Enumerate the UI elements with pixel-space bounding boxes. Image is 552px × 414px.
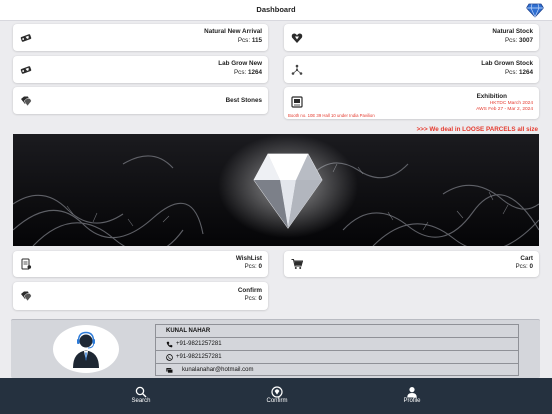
tagline: >>> We deal in LOOSE PARCELS all size xyxy=(416,126,538,133)
cart-card[interactable]: Cart Pcs: 0 xyxy=(284,251,539,277)
card-title: Best Stones xyxy=(225,97,262,104)
tab-label: Search xyxy=(131,398,151,404)
exhibition-card[interactable]: Exhibition HKTDC March 2024 AWS Feb 27 -… xyxy=(284,87,539,119)
card-count: Pcs: 1264 xyxy=(504,69,533,76)
diamond-tag-icon xyxy=(20,64,32,76)
contact-panel: KUNAL NAHAR +91-9821257281 +91-982125728… xyxy=(11,319,540,378)
card-title: Confirm xyxy=(237,287,262,294)
profile-icon xyxy=(407,387,417,398)
card-count: Pcs: 0 xyxy=(244,295,262,302)
top-bar: Dashboard xyxy=(0,0,552,21)
lab-grown-stock-card[interactable]: Lab Grown Stock Pcs: 1264 xyxy=(284,56,539,83)
card-count: Pcs: 115 xyxy=(237,37,262,44)
card-title: WishList xyxy=(235,255,262,262)
email-icon xyxy=(166,368,173,374)
card-count: Pcs: 0 xyxy=(244,263,262,270)
tab-label: Profile xyxy=(403,398,421,404)
lab-grow-new-card[interactable]: Lab Grow New Pcs: 1264 xyxy=(13,56,268,83)
heart-diamond-icon xyxy=(291,32,303,44)
card-title: Exhibition xyxy=(476,93,507,100)
wishlist-icon xyxy=(20,258,32,270)
card-title: Natural New Arrival xyxy=(204,28,262,35)
contact-email-row[interactable]: kunalanahar@hotmail.com xyxy=(156,364,518,377)
card-title: Cart xyxy=(520,255,533,262)
tab-label: Confirm xyxy=(266,398,288,404)
natural-stock-card[interactable]: Natural Stock Pcs: 3007 xyxy=(284,24,539,51)
exhibition-icon xyxy=(291,96,303,108)
support-agent-icon xyxy=(53,325,119,373)
best-stones-card[interactable]: Best Stones xyxy=(13,87,268,114)
contact-whatsapp[interactable]: +91-9821257281 xyxy=(176,354,222,360)
whatsapp-icon xyxy=(166,354,173,361)
gem-stack-icon xyxy=(20,290,32,302)
wishlist-card[interactable]: WishList Pcs: 0 xyxy=(13,251,268,277)
card-count: Pcs: 1264 xyxy=(233,69,262,76)
contact-email[interactable]: kunalanahar@hotmail.com xyxy=(182,367,253,373)
contact-info: KUNAL NAHAR +91-9821257281 +91-982125728… xyxy=(155,324,519,376)
gem-stack-icon xyxy=(20,95,32,107)
card-title: Lab Grow New xyxy=(218,60,262,67)
confirm-card[interactable]: Confirm Pcs: 0 xyxy=(13,282,268,310)
bottom-tab-bar: Search Confirm Profile xyxy=(0,378,552,414)
page-title: Dashboard xyxy=(256,5,296,14)
exhibition-line-2: AWS Feb 27 - Mar 2, 2024 xyxy=(476,106,533,112)
tab-search[interactable]: Search xyxy=(111,378,171,414)
card-count: Pcs: 3007 xyxy=(504,37,533,44)
diamond-tag-icon xyxy=(20,32,32,44)
contact-phone-row[interactable]: +91-9821257281 xyxy=(156,338,518,351)
exhibition-booth: Booth no. 10E 39 Hall 10 under India Pav… xyxy=(288,113,375,118)
card-title: Lab Grown Stock xyxy=(481,60,533,67)
molecule-icon xyxy=(291,64,303,76)
contact-phone[interactable]: +91-9821257281 xyxy=(176,341,222,347)
phone-icon xyxy=(166,341,173,348)
confirm-icon xyxy=(271,386,283,398)
search-icon xyxy=(135,386,147,398)
tab-profile[interactable]: Profile xyxy=(382,378,442,414)
cart-icon xyxy=(291,258,303,270)
contact-name: KUNAL NAHAR xyxy=(166,328,211,334)
diamond-banner-image xyxy=(13,134,539,246)
diamond-logo-icon[interactable] xyxy=(525,3,545,18)
natural-new-arrival-card[interactable]: Natural New Arrival Pcs: 115 xyxy=(13,24,268,51)
card-count: Pcs: 0 xyxy=(515,263,533,270)
tab-confirm[interactable]: Confirm xyxy=(247,378,307,414)
contact-whatsapp-row[interactable]: +91-9821257281 xyxy=(156,351,518,364)
exhibition-line-1: HKTDC March 2024 xyxy=(489,101,533,106)
contact-name-row: KUNAL NAHAR xyxy=(156,325,518,338)
card-title: Natural Stock xyxy=(492,28,533,35)
